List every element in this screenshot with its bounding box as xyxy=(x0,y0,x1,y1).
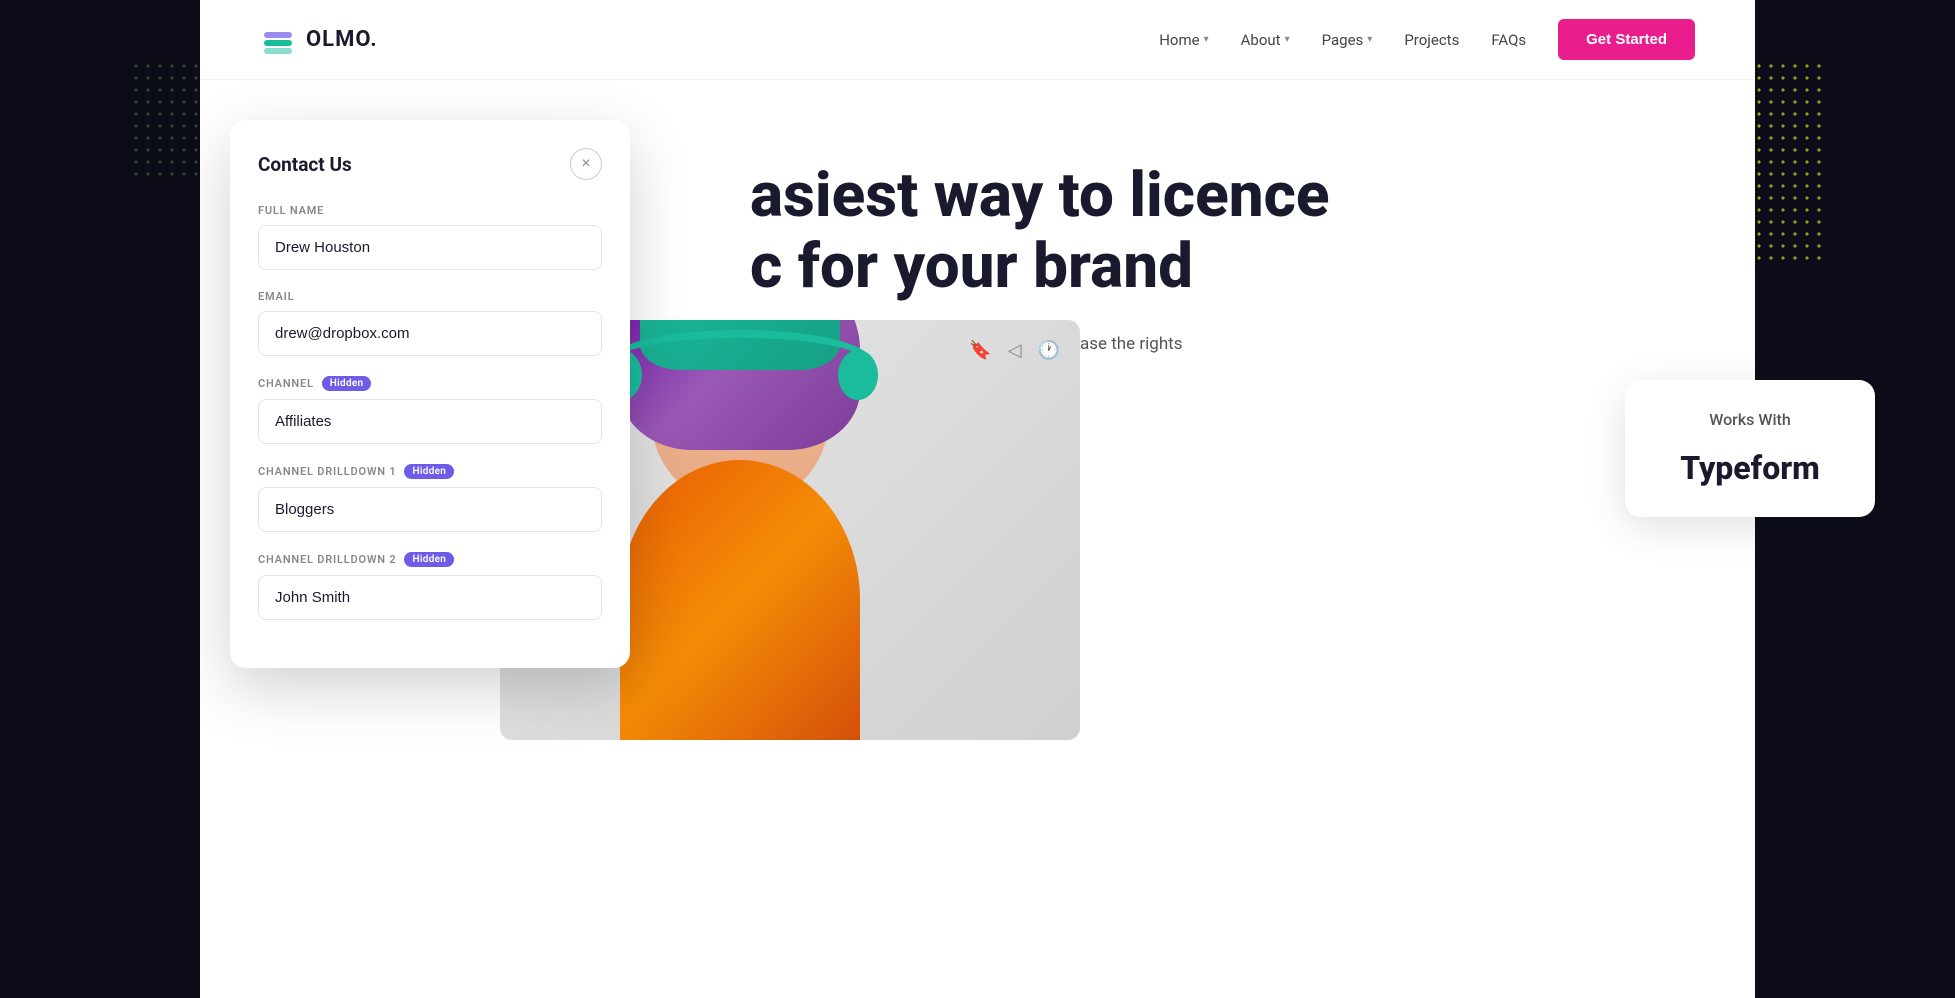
jacket xyxy=(620,460,860,740)
email-input[interactable] xyxy=(258,311,602,356)
nav-projects[interactable]: Projects xyxy=(1404,31,1459,49)
channel-hidden-badge: Hidden xyxy=(322,376,372,391)
bookmark-icon[interactable]: 🔖 xyxy=(969,340,991,361)
nav-about[interactable]: About ▾ xyxy=(1241,31,1290,49)
logo-text: OLMO. xyxy=(306,27,378,52)
pages-arrow: ▾ xyxy=(1367,34,1372,45)
hero-image-area: 🔖 ◁ 🕐 o. xyxy=(500,320,1755,998)
channel-drilldown1-label: CHANNEL DRILLDOWN 1 Hidden xyxy=(258,464,602,479)
email-label: EMAIL xyxy=(258,290,602,303)
icon-bar: 🔖 ◁ 🕐 xyxy=(969,340,1060,361)
headphone-right xyxy=(838,350,878,400)
get-started-button[interactable]: Get Started xyxy=(1558,19,1695,60)
channel-drilldown2-hidden-badge: Hidden xyxy=(404,552,454,567)
modal-close-button[interactable]: × xyxy=(570,148,602,180)
works-with-card: Works With Typeform xyxy=(1625,380,1875,517)
full-name-label: FULL NAME xyxy=(258,204,602,217)
email-group: EMAIL xyxy=(258,290,602,356)
nav-pages[interactable]: Pages ▾ xyxy=(1322,31,1373,49)
channel-drilldown1-group: CHANNEL DRILLDOWN 1 Hidden xyxy=(258,464,602,532)
nav-faqs[interactable]: FAQs xyxy=(1491,31,1526,49)
channel-input[interactable] xyxy=(258,399,602,444)
channel-drilldown2-label: CHANNEL DRILLDOWN 2 Hidden xyxy=(258,552,602,567)
send-icon[interactable]: ◁ xyxy=(1008,340,1022,361)
hero-title: asiest way to licence c for your brand xyxy=(750,160,1675,303)
channel-group: CHANNEL Hidden xyxy=(258,376,602,444)
nav-links: Home ▾ About ▾ Pages ▾ Projects FAQs Get… xyxy=(1159,19,1695,60)
home-arrow: ▾ xyxy=(1204,34,1209,45)
modal-header: Contact Us × xyxy=(258,148,602,180)
logo[interactable]: OLMO. xyxy=(260,22,378,58)
navbar: OLMO. Home ▾ About ▾ Pages ▾ Projects FA… xyxy=(200,0,1755,80)
channel-drilldown1-hidden-badge: Hidden xyxy=(404,464,454,479)
headphones-band xyxy=(610,330,870,390)
nav-home[interactable]: Home ▾ xyxy=(1159,31,1208,49)
about-arrow: ▾ xyxy=(1285,34,1290,45)
logo-icon xyxy=(260,22,296,58)
channel-label: CHANNEL Hidden xyxy=(258,376,602,391)
channel-drilldown1-input[interactable] xyxy=(258,487,602,532)
full-name-group: FULL NAME xyxy=(258,204,602,270)
works-with-brand: Typeform xyxy=(1649,449,1851,487)
full-name-input[interactable] xyxy=(258,225,602,270)
clock-icon[interactable]: 🕐 xyxy=(1038,340,1060,361)
channel-drilldown2-input[interactable] xyxy=(258,575,602,620)
contact-us-modal: Contact Us × FULL NAME EMAIL CHANNEL Hid… xyxy=(230,120,630,668)
channel-drilldown2-group: CHANNEL DRILLDOWN 2 Hidden xyxy=(258,552,602,620)
works-with-label: Works With xyxy=(1649,410,1851,429)
modal-title: Contact Us xyxy=(258,153,352,176)
